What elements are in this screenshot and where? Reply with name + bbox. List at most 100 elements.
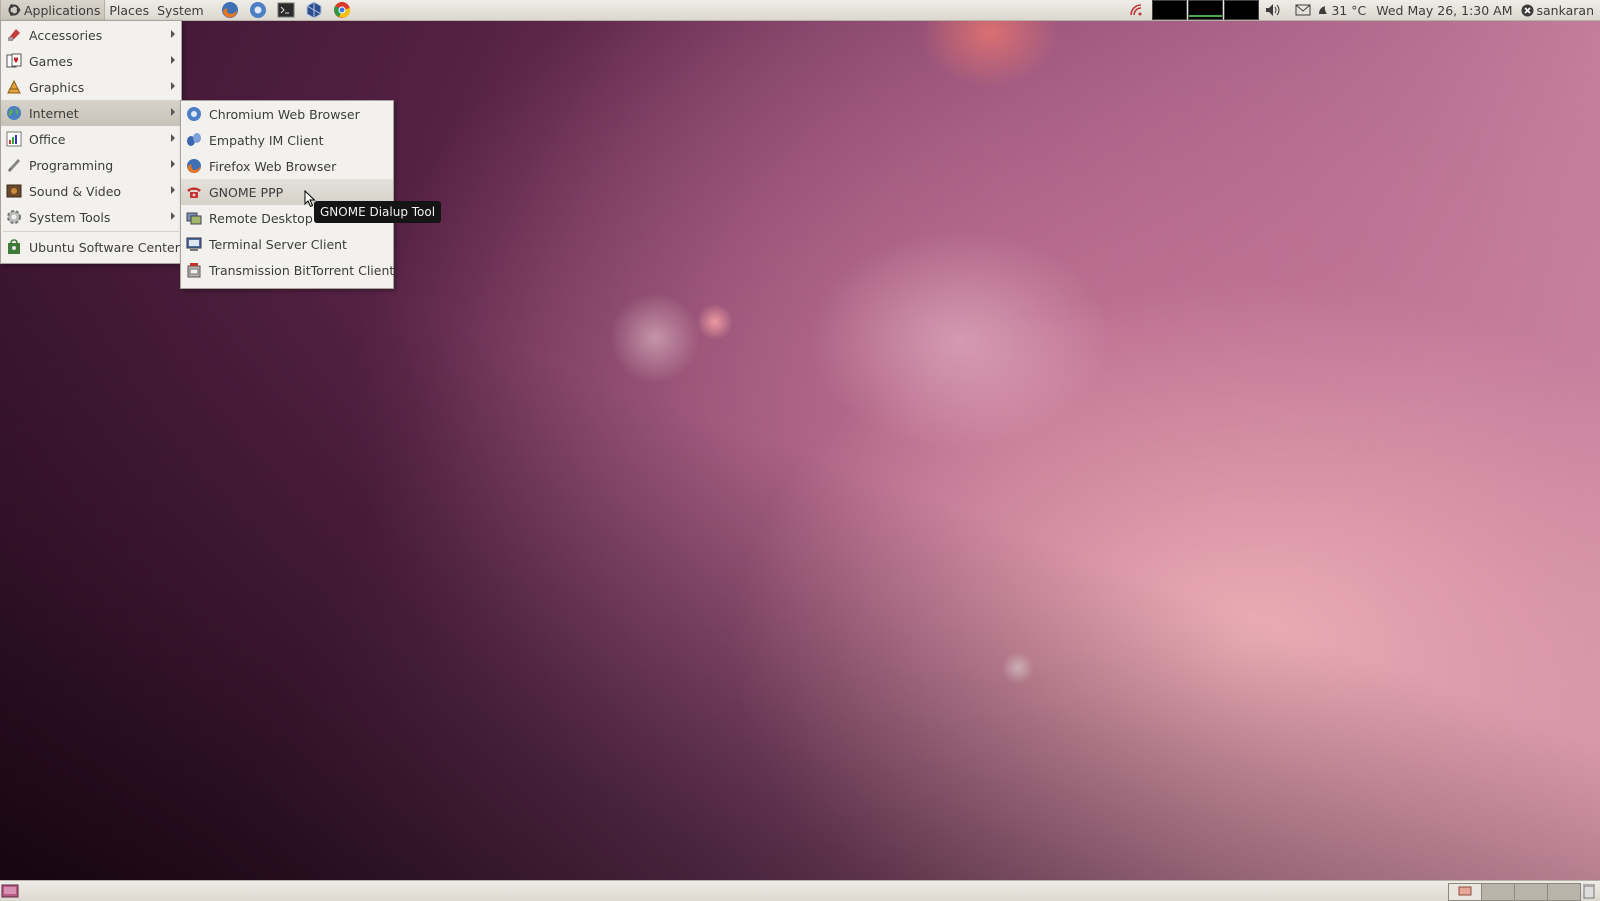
bottom-panel [0, 880, 1600, 901]
submenu-arrow-icon [171, 186, 175, 194]
chromium-icon [249, 2, 266, 18]
virtualbox-launcher[interactable] [304, 1, 324, 19]
window-thumbnail-icon [1458, 886, 1472, 896]
menu-item-sound-video[interactable]: Sound & Video [1, 178, 181, 204]
show-desktop-icon[interactable] [1, 884, 19, 898]
menu-item-label: Office [29, 131, 66, 147]
sound-video-icon [6, 184, 22, 198]
submenu-arrow-icon [171, 160, 175, 168]
trash-icon[interactable] [1582, 883, 1596, 899]
menu-separator [3, 231, 179, 232]
menu-item-label: Terminal Server Client [209, 236, 347, 252]
menu-item-label: Transmission BitTorrent Client [209, 262, 395, 278]
workspace-4[interactable] [1547, 883, 1581, 901]
tooltip: GNOME Dialup Tool [314, 201, 442, 223]
workspace-1[interactable] [1448, 883, 1482, 901]
menu-item-label: Internet [29, 105, 79, 121]
graphics-icon [7, 79, 21, 94]
places-label: Places [109, 2, 150, 18]
menu-item-label: System Tools [29, 209, 111, 225]
menu-item-label: Graphics [29, 79, 85, 95]
accessories-icon [8, 29, 20, 41]
menu-item-empathy[interactable]: Empathy IM Client [181, 127, 393, 153]
clock-text[interactable]: Wed May 26, 1:30 AM [1376, 3, 1512, 18]
tooltip-text: GNOME Dialup Tool [320, 205, 436, 219]
system-label: System [157, 2, 204, 18]
chrome-icon [333, 2, 350, 18]
chrome-launcher[interactable] [332, 1, 352, 19]
firefox-icon [221, 2, 238, 18]
workspace-3[interactable] [1514, 883, 1548, 901]
cpu-graph [1152, 0, 1188, 20]
workspace-2[interactable] [1481, 883, 1515, 901]
system-menu[interactable]: System [153, 0, 208, 20]
submenu-arrow-icon [171, 212, 175, 220]
applications-menu[interactable]: Applications [0, 0, 106, 20]
network-graph [1188, 0, 1224, 20]
menu-item-label: Firefox Web Browser [209, 158, 337, 174]
menu-item-programming[interactable]: Programming [1, 152, 181, 178]
menu-item-terminal-server-client[interactable]: Terminal Server Client [181, 231, 393, 257]
user-status-icon [1521, 4, 1533, 16]
places-menu[interactable]: Places [105, 0, 153, 20]
menu-item-ubuntu-software-center[interactable]: Ubuntu Software Center [1, 234, 181, 260]
mail-icon[interactable] [1295, 4, 1311, 16]
terminal-launcher[interactable] [276, 1, 296, 19]
submenu-arrow-icon [171, 56, 175, 64]
submenu-arrow-icon [171, 82, 175, 90]
programming-icon [7, 158, 21, 173]
software-center-icon [8, 239, 20, 254]
firefox-icon [187, 159, 201, 174]
notification-area: 31 °C Wed May 26, 1:30 AM sankaran [1123, 0, 1600, 20]
internet-icon [7, 106, 21, 120]
phone-icon [187, 187, 201, 198]
menu-item-label: Ubuntu Software Center [29, 239, 180, 255]
menu-item-firefox[interactable]: Firefox Web Browser [181, 153, 393, 179]
system-monitor[interactable] [1151, 0, 1260, 20]
main-menubar: Applications Places System [0, 0, 208, 20]
menu-item-label: Empathy IM Client [209, 132, 324, 148]
menu-item-games[interactable]: Games [1, 48, 181, 74]
terminal-icon [277, 2, 295, 18]
panel-launchers [216, 1, 356, 19]
menu-item-accessories[interactable]: Accessories [1, 22, 181, 48]
menu-item-label: GNOME PPP [209, 184, 284, 200]
system-tools-icon [7, 210, 21, 224]
applications-label: Applications [24, 2, 101, 18]
transmission-icon [187, 263, 201, 278]
submenu-arrow-icon [171, 30, 175, 38]
mouse-pointer-icon [304, 190, 316, 208]
submenu-arrow-icon [171, 108, 175, 116]
user-name[interactable]: sankaran [1537, 3, 1595, 18]
temperature-text[interactable]: 31 °C [1331, 3, 1366, 18]
menu-item-chromium[interactable]: Chromium Web Browser [181, 101, 393, 127]
volume-icon[interactable] [1265, 3, 1283, 17]
empathy-icon [187, 133, 201, 146]
remote-desktop-icon [186, 212, 202, 225]
weather-icon[interactable] [1317, 4, 1329, 16]
network-wireless-icon[interactable] [1129, 3, 1143, 17]
submenu-arrow-icon [171, 134, 175, 142]
menu-item-system-tools[interactable]: System Tools [1, 204, 181, 230]
terminal-server-icon [186, 237, 202, 251]
ubuntu-foot-icon [8, 4, 21, 16]
internet-submenu: Chromium Web Browser Empathy IM Client F… [180, 100, 394, 289]
chromium-launcher[interactable] [248, 1, 268, 19]
games-icon [6, 53, 22, 68]
menu-item-label: Games [29, 53, 73, 69]
top-panel: Applications Places System 31 °C Wed May… [0, 0, 1600, 21]
menu-item-label: Chromium Web Browser [209, 106, 360, 122]
menu-item-internet[interactable]: Internet [1, 100, 181, 126]
firefox-launcher[interactable] [220, 1, 240, 19]
menu-item-label: Sound & Video [29, 183, 122, 199]
office-icon [6, 131, 22, 147]
applications-dropdown: Accessories Games Graphics Internet Offi… [0, 20, 182, 264]
menu-item-label: Programming [29, 157, 114, 173]
memory-graph [1224, 0, 1260, 20]
virtualbox-icon [306, 1, 322, 19]
menu-item-transmission[interactable]: Transmission BitTorrent Client [181, 257, 395, 283]
menu-item-office[interactable]: Office [1, 126, 181, 152]
chromium-icon [187, 107, 201, 121]
menu-item-graphics[interactable]: Graphics [1, 74, 181, 100]
menu-item-label: Accessories [29, 27, 103, 43]
